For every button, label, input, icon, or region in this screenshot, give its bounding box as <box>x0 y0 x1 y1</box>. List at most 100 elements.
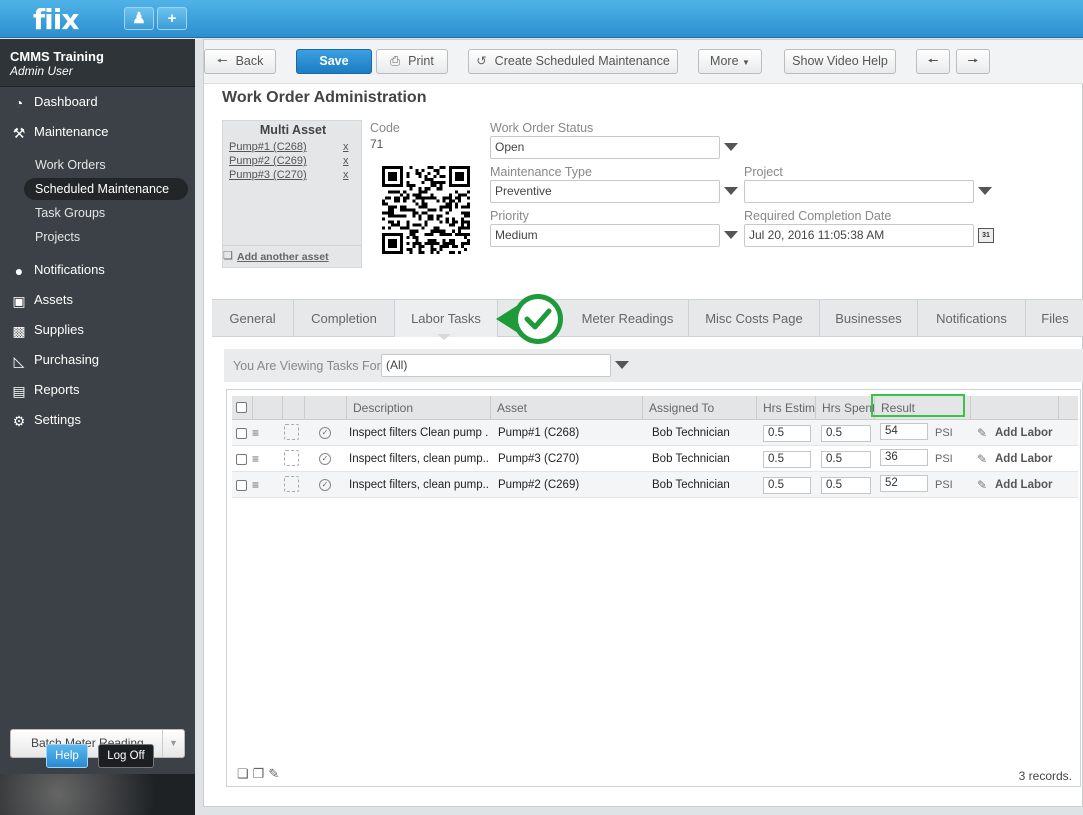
add-labor-icon[interactable]: ✎ <box>977 472 987 498</box>
drag-handle-icon[interactable]: ≡ <box>252 472 259 498</box>
hrs-spent-input[interactable]: 0.5 <box>821 477 871 494</box>
row-checkbox[interactable] <box>236 428 247 439</box>
add-labor-icon[interactable]: ✎ <box>977 446 987 472</box>
nav-work-orders[interactable]: Work Orders <box>24 154 188 176</box>
gauge-icon[interactable]: ✓ <box>319 453 331 465</box>
chevron-down-icon[interactable] <box>724 143 738 151</box>
hrs-estimated-input[interactable]: 0.5 <box>763 451 811 468</box>
add-labor-link[interactable]: Add Labor <box>995 446 1053 472</box>
tab-files[interactable]: Files <box>1026 300 1083 337</box>
chevron-down-icon[interactable] <box>724 231 738 239</box>
row-checkbox[interactable] <box>236 454 247 465</box>
tab-notifications[interactable]: Notifications <box>918 300 1026 337</box>
chevron-down-icon[interactable] <box>615 361 629 369</box>
arrow-right-icon: 🠖 <box>967 54 979 68</box>
result-input[interactable]: 36 <box>880 449 928 466</box>
account-name: CMMS Training <box>10 49 104 64</box>
save-button[interactable]: Save <box>296 49 372 74</box>
asset-link[interactable]: Pump#1 (C268) <box>229 141 307 153</box>
divider <box>223 245 361 246</box>
select-all-checkbox[interactable] <box>236 402 247 413</box>
drag-handle-icon[interactable]: ≡ <box>252 420 259 446</box>
result-input[interactable]: 52 <box>880 475 928 492</box>
hrs-spent-input[interactable]: 0.5 <box>821 425 871 442</box>
remove-asset-link[interactable]: x <box>343 141 349 153</box>
hrs-estimated-input[interactable]: 0.5 <box>763 425 811 442</box>
status-placeholder-icon[interactable] <box>284 476 299 492</box>
viewing-tasks-select[interactable]: (All) <box>381 354 611 377</box>
remove-asset-link[interactable]: x <box>343 169 349 181</box>
tab-general[interactable]: General <box>212 300 294 337</box>
back-button[interactable]: 🠔 Back <box>204 49 276 74</box>
nav-label: Notifications <box>34 262 105 277</box>
status-placeholder-icon[interactable] <box>284 450 299 466</box>
add-labor-icon[interactable]: ✎ <box>977 420 987 446</box>
nav-scheduled-maintenance[interactable]: Scheduled Maintenance <box>24 178 188 200</box>
nav-dashboard[interactable]: ◔ Dashboard <box>10 91 190 113</box>
nav-maintenance[interactable]: ⚒ Maintenance <box>10 121 190 143</box>
user-icon[interactable]: ♟ <box>124 7 154 30</box>
tab-completion[interactable]: Completion <box>294 300 395 337</box>
log-off-button[interactable]: Log Off <box>98 744 154 768</box>
column-description[interactable]: Description <box>346 396 490 420</box>
asset-link[interactable]: Pump#2 (C269) <box>229 155 307 167</box>
edit-rows-icon[interactable]: ✎ <box>268 766 283 781</box>
table-row[interactable]: ≡ ✓ Inspect filters, clean pump... Pump#… <box>232 446 1078 472</box>
nav-task-groups[interactable]: Task Groups <box>24 202 188 224</box>
show-video-help-button[interactable]: Show Video Help <box>784 49 896 74</box>
next-arrow-button[interactable]: 🠖 <box>956 49 990 74</box>
nav-reports[interactable]: ▤ Reports <box>10 379 190 401</box>
chart-icon: ▤ <box>12 382 26 399</box>
add-another-asset-link[interactable]: Add another asset <box>237 251 329 263</box>
prev-arrow-button[interactable]: 🠔 <box>916 49 950 74</box>
nav-settings[interactable]: ⚙ Settings <box>10 409 190 431</box>
drag-handle-icon[interactable]: ≡ <box>252 446 259 472</box>
create-scheduled-maintenance-button[interactable]: ↺ Create Scheduled Maintenance <box>468 49 678 74</box>
print-button[interactable]: ⎙ Print <box>376 49 448 74</box>
work-order-status-select[interactable]: Open <box>490 136 720 159</box>
plus-icon[interactable]: + <box>157 7 187 30</box>
gauge-icon[interactable]: ✓ <box>319 479 331 491</box>
remove-asset-link[interactable]: x <box>343 155 349 167</box>
fiix-logo[interactable]: fiix <box>33 3 79 36</box>
required-completion-date-input[interactable]: Jul 20, 2016 11:05:38 AM <box>744 224 974 247</box>
gauge-icon[interactable]: ✓ <box>319 427 331 439</box>
column-assigned-to[interactable]: Assigned To <box>642 396 756 420</box>
chevron-down-icon[interactable] <box>724 187 738 195</box>
tools-icon: ⚒ <box>12 124 26 141</box>
chevron-down-icon[interactable]: ▼ <box>162 730 184 757</box>
add-row-icon[interactable]: ❏ <box>237 766 253 781</box>
project-select[interactable] <box>744 180 974 203</box>
calendar-icon[interactable]: 31 <box>978 228 994 243</box>
maintenance-type-select[interactable]: Preventive <box>490 180 720 203</box>
column-asset[interactable]: Asset <box>490 396 642 420</box>
asset-link[interactable]: Pump#3 (C270) <box>229 169 307 181</box>
nav-projects[interactable]: Projects <box>24 226 188 248</box>
status-placeholder-icon[interactable] <box>284 424 299 440</box>
table-row[interactable]: ≡ ✓ Inspect filters, clean pump... Pump#… <box>232 472 1078 498</box>
tab-meter-readings[interactable]: Meter Readings <box>567 300 689 337</box>
copy-rows-icon[interactable]: ❐ <box>253 766 269 781</box>
hrs-estimated-input[interactable]: 0.5 <box>763 477 811 494</box>
chevron-down-icon[interactable] <box>978 187 992 195</box>
hrs-spent-input[interactable]: 0.5 <box>821 451 871 468</box>
more-button[interactable]: More ▼ <box>698 49 762 74</box>
tab-misc-costs-page[interactable]: Misc Costs Page <box>689 300 820 337</box>
nav-assets[interactable]: ▣ Assets <box>10 289 190 311</box>
tab-businesses[interactable]: Businesses <box>820 300 918 337</box>
column-hrs-estimated[interactable]: Hrs Estim <box>756 396 815 420</box>
history-icon: ↺ <box>476 54 487 68</box>
add-labor-link[interactable]: Add Labor <box>995 472 1053 498</box>
nav-supplies[interactable]: ▩ Supplies <box>10 319 190 341</box>
priority-select[interactable]: Medium <box>490 224 720 247</box>
table-row[interactable]: ≡ ✓ Inspect filters Clean pump ... Pump#… <box>232 420 1078 446</box>
nav-purchasing[interactable]: ◺ Purchasing <box>10 349 190 371</box>
result-input[interactable]: 54 <box>880 423 928 440</box>
help-button[interactable]: Help <box>46 744 88 768</box>
column-hrs-spent[interactable]: Hrs Spent <box>815 396 874 420</box>
nav-notifications[interactable]: ● Notifications <box>10 259 190 281</box>
tab-labor-tasks[interactable]: Labor Tasks <box>395 300 498 337</box>
add-labor-link[interactable]: Add Labor <box>995 420 1053 446</box>
nav-label: Assets <box>34 292 74 307</box>
row-checkbox[interactable] <box>236 480 247 491</box>
